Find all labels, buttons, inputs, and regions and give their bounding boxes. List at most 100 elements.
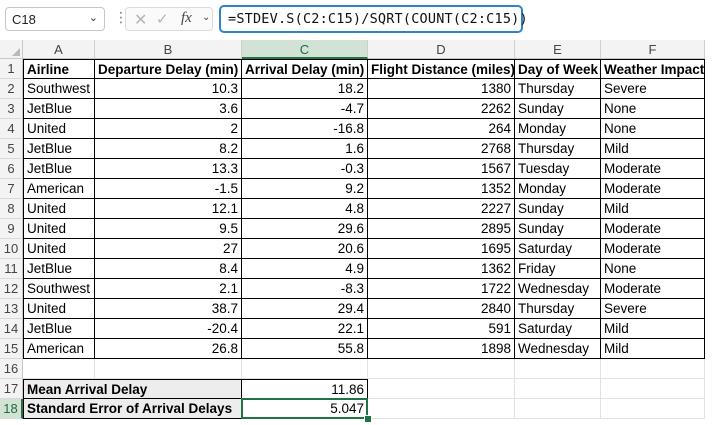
- column-header-a[interactable]: A: [23, 40, 95, 59]
- column-header-e[interactable]: E: [515, 40, 601, 59]
- empty-cell[interactable]: [601, 359, 705, 379]
- data-cell[interactable]: 4.8: [242, 199, 368, 219]
- summary-value[interactable]: 5.047: [242, 399, 368, 419]
- data-cell[interactable]: 264: [368, 119, 515, 139]
- data-cell[interactable]: Moderate: [601, 219, 705, 239]
- data-cell[interactable]: Tuesday: [515, 159, 601, 179]
- empty-cell[interactable]: [515, 399, 601, 419]
- data-cell[interactable]: 20.6: [242, 239, 368, 259]
- row-header-9[interactable]: 9: [0, 219, 23, 239]
- row-header-8[interactable]: 8: [0, 199, 23, 219]
- data-cell[interactable]: -8.3: [242, 279, 368, 299]
- summary-label[interactable]: Mean Arrival Delay: [23, 379, 242, 399]
- data-cell[interactable]: American: [23, 179, 95, 199]
- data-cell[interactable]: 1567: [368, 159, 515, 179]
- data-cell[interactable]: 4.9: [242, 259, 368, 279]
- header-cell[interactable]: Weather Impact: [601, 59, 705, 79]
- row-header-14[interactable]: 14: [0, 319, 23, 339]
- chevron-down-icon[interactable]: ⌄: [89, 11, 98, 24]
- data-cell[interactable]: Moderate: [601, 239, 705, 259]
- empty-cell[interactable]: [601, 379, 705, 399]
- row-header-16[interactable]: 16: [0, 359, 23, 379]
- data-cell[interactable]: Moderate: [601, 279, 705, 299]
- empty-cell[interactable]: [95, 359, 242, 379]
- row-header-7[interactable]: 7: [0, 179, 23, 199]
- data-cell[interactable]: 1362: [368, 259, 515, 279]
- data-cell[interactable]: Monday: [515, 179, 601, 199]
- data-cell[interactable]: 2840: [368, 299, 515, 319]
- data-cell[interactable]: None: [601, 119, 705, 139]
- column-header-b[interactable]: B: [95, 40, 242, 59]
- data-cell[interactable]: Wednesday: [515, 339, 601, 359]
- data-cell[interactable]: 2768: [368, 139, 515, 159]
- data-cell[interactable]: 18.2: [242, 79, 368, 99]
- data-cell[interactable]: Southwest: [23, 79, 95, 99]
- data-cell[interactable]: Moderate: [601, 159, 705, 179]
- empty-cell[interactable]: [368, 379, 515, 399]
- data-cell[interactable]: Saturday: [515, 319, 601, 339]
- data-cell[interactable]: Thursday: [515, 299, 601, 319]
- data-cell[interactable]: 29.6: [242, 219, 368, 239]
- data-cell[interactable]: Sunday: [515, 99, 601, 119]
- data-cell[interactable]: 10.3: [95, 79, 242, 99]
- data-cell[interactable]: 55.8: [242, 339, 368, 359]
- empty-cell[interactable]: [515, 379, 601, 399]
- name-box[interactable]: C18 ⌄: [5, 7, 105, 31]
- select-all-corner[interactable]: [0, 40, 23, 59]
- data-cell[interactable]: 27: [95, 239, 242, 259]
- empty-cell[interactable]: [601, 399, 705, 419]
- data-cell[interactable]: 3.6: [95, 99, 242, 119]
- row-header-13[interactable]: 13: [0, 299, 23, 319]
- data-cell[interactable]: 8.2: [95, 139, 242, 159]
- data-cell[interactable]: 1380: [368, 79, 515, 99]
- data-cell[interactable]: United: [23, 239, 95, 259]
- data-cell[interactable]: 1695: [368, 239, 515, 259]
- data-cell[interactable]: 1722: [368, 279, 515, 299]
- formula-input[interactable]: =STDEV.S(C2:C15)/SQRT(COUNT(C2:C15)): [219, 5, 528, 33]
- data-cell[interactable]: Monday: [515, 119, 601, 139]
- column-header-f[interactable]: F: [601, 40, 705, 59]
- data-cell[interactable]: -20.4: [95, 319, 242, 339]
- data-cell[interactable]: Severe: [601, 79, 705, 99]
- data-cell[interactable]: -0.3: [242, 159, 368, 179]
- data-cell[interactable]: 1898: [368, 339, 515, 359]
- data-cell[interactable]: Thursday: [515, 139, 601, 159]
- summary-value[interactable]: 11.86: [242, 379, 368, 399]
- data-cell[interactable]: United: [23, 199, 95, 219]
- row-header-2[interactable]: 2: [0, 79, 23, 99]
- header-cell[interactable]: Flight Distance (miles): [368, 59, 515, 79]
- chevron-down-icon[interactable]: ⌄: [202, 12, 210, 23]
- data-cell[interactable]: -1.5: [95, 179, 242, 199]
- data-cell[interactable]: 1.6: [242, 139, 368, 159]
- data-cell[interactable]: Mild: [601, 199, 705, 219]
- data-cell[interactable]: Friday: [515, 259, 601, 279]
- data-cell[interactable]: 9.5: [95, 219, 242, 239]
- data-cell[interactable]: Severe: [601, 299, 705, 319]
- data-cell[interactable]: 13.3: [95, 159, 242, 179]
- header-cell[interactable]: Day of Week: [515, 59, 601, 79]
- data-cell[interactable]: Saturday: [515, 239, 601, 259]
- row-header-17[interactable]: 17: [0, 379, 23, 399]
- data-cell[interactable]: 12.1: [95, 199, 242, 219]
- data-cell[interactable]: 38.7: [95, 299, 242, 319]
- data-cell[interactable]: 2895: [368, 219, 515, 239]
- data-cell[interactable]: JetBlue: [23, 159, 95, 179]
- data-cell[interactable]: 2227: [368, 199, 515, 219]
- data-cell[interactable]: JetBlue: [23, 259, 95, 279]
- data-cell[interactable]: 2.1: [95, 279, 242, 299]
- row-header-3[interactable]: 3: [0, 99, 23, 119]
- column-header-c[interactable]: C: [242, 40, 368, 59]
- data-cell[interactable]: Thursday: [515, 79, 601, 99]
- data-cell[interactable]: 29.4: [242, 299, 368, 319]
- row-header-1[interactable]: 1: [0, 59, 23, 79]
- data-cell[interactable]: -4.7: [242, 99, 368, 119]
- data-cell[interactable]: 2: [95, 119, 242, 139]
- data-cell[interactable]: 22.1: [242, 319, 368, 339]
- data-cell[interactable]: None: [601, 99, 705, 119]
- data-cell[interactable]: United: [23, 219, 95, 239]
- empty-cell[interactable]: [242, 359, 368, 379]
- row-header-5[interactable]: 5: [0, 139, 23, 159]
- data-cell[interactable]: 1352: [368, 179, 515, 199]
- data-cell[interactable]: Moderate: [601, 179, 705, 199]
- row-header-11[interactable]: 11: [0, 259, 23, 279]
